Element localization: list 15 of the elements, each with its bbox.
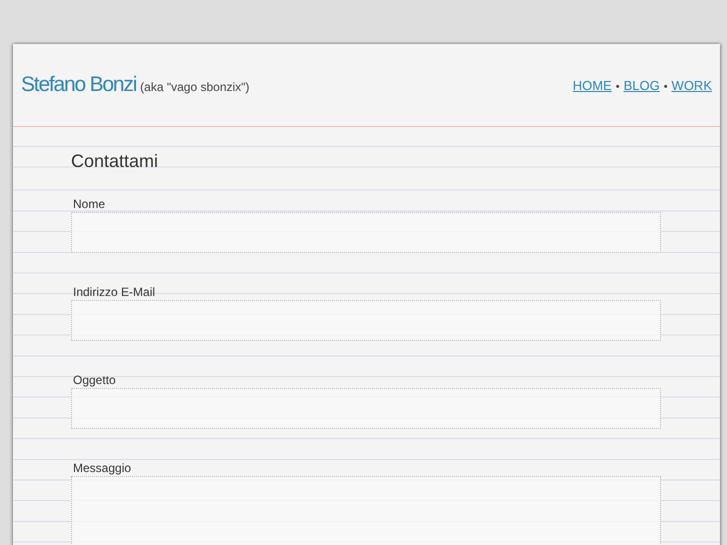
nav-link[interactable]: BLOG <box>624 78 660 92</box>
field-label: Nome <box>72 196 106 212</box>
nav-link[interactable]: WORK <box>672 78 712 92</box>
site-nickname: (aka "vago sbonzix") <box>140 80 250 94</box>
nav-link[interactable]: HOME <box>572 78 612 92</box>
input-field[interactable] <box>71 388 661 429</box>
field-label: Messaggio <box>72 460 132 476</box>
site-title: Stefano Bonzi <box>21 73 136 97</box>
input-field[interactable] <box>71 212 661 253</box>
field-label: Oggetto <box>72 372 117 388</box>
nav-separator: • <box>616 80 620 92</box>
nav-separator: • <box>664 80 668 92</box>
field-label: Indirizzo E-Mail <box>72 284 156 300</box>
input-field[interactable] <box>71 300 661 341</box>
form-title: Contattami <box>71 150 160 172</box>
